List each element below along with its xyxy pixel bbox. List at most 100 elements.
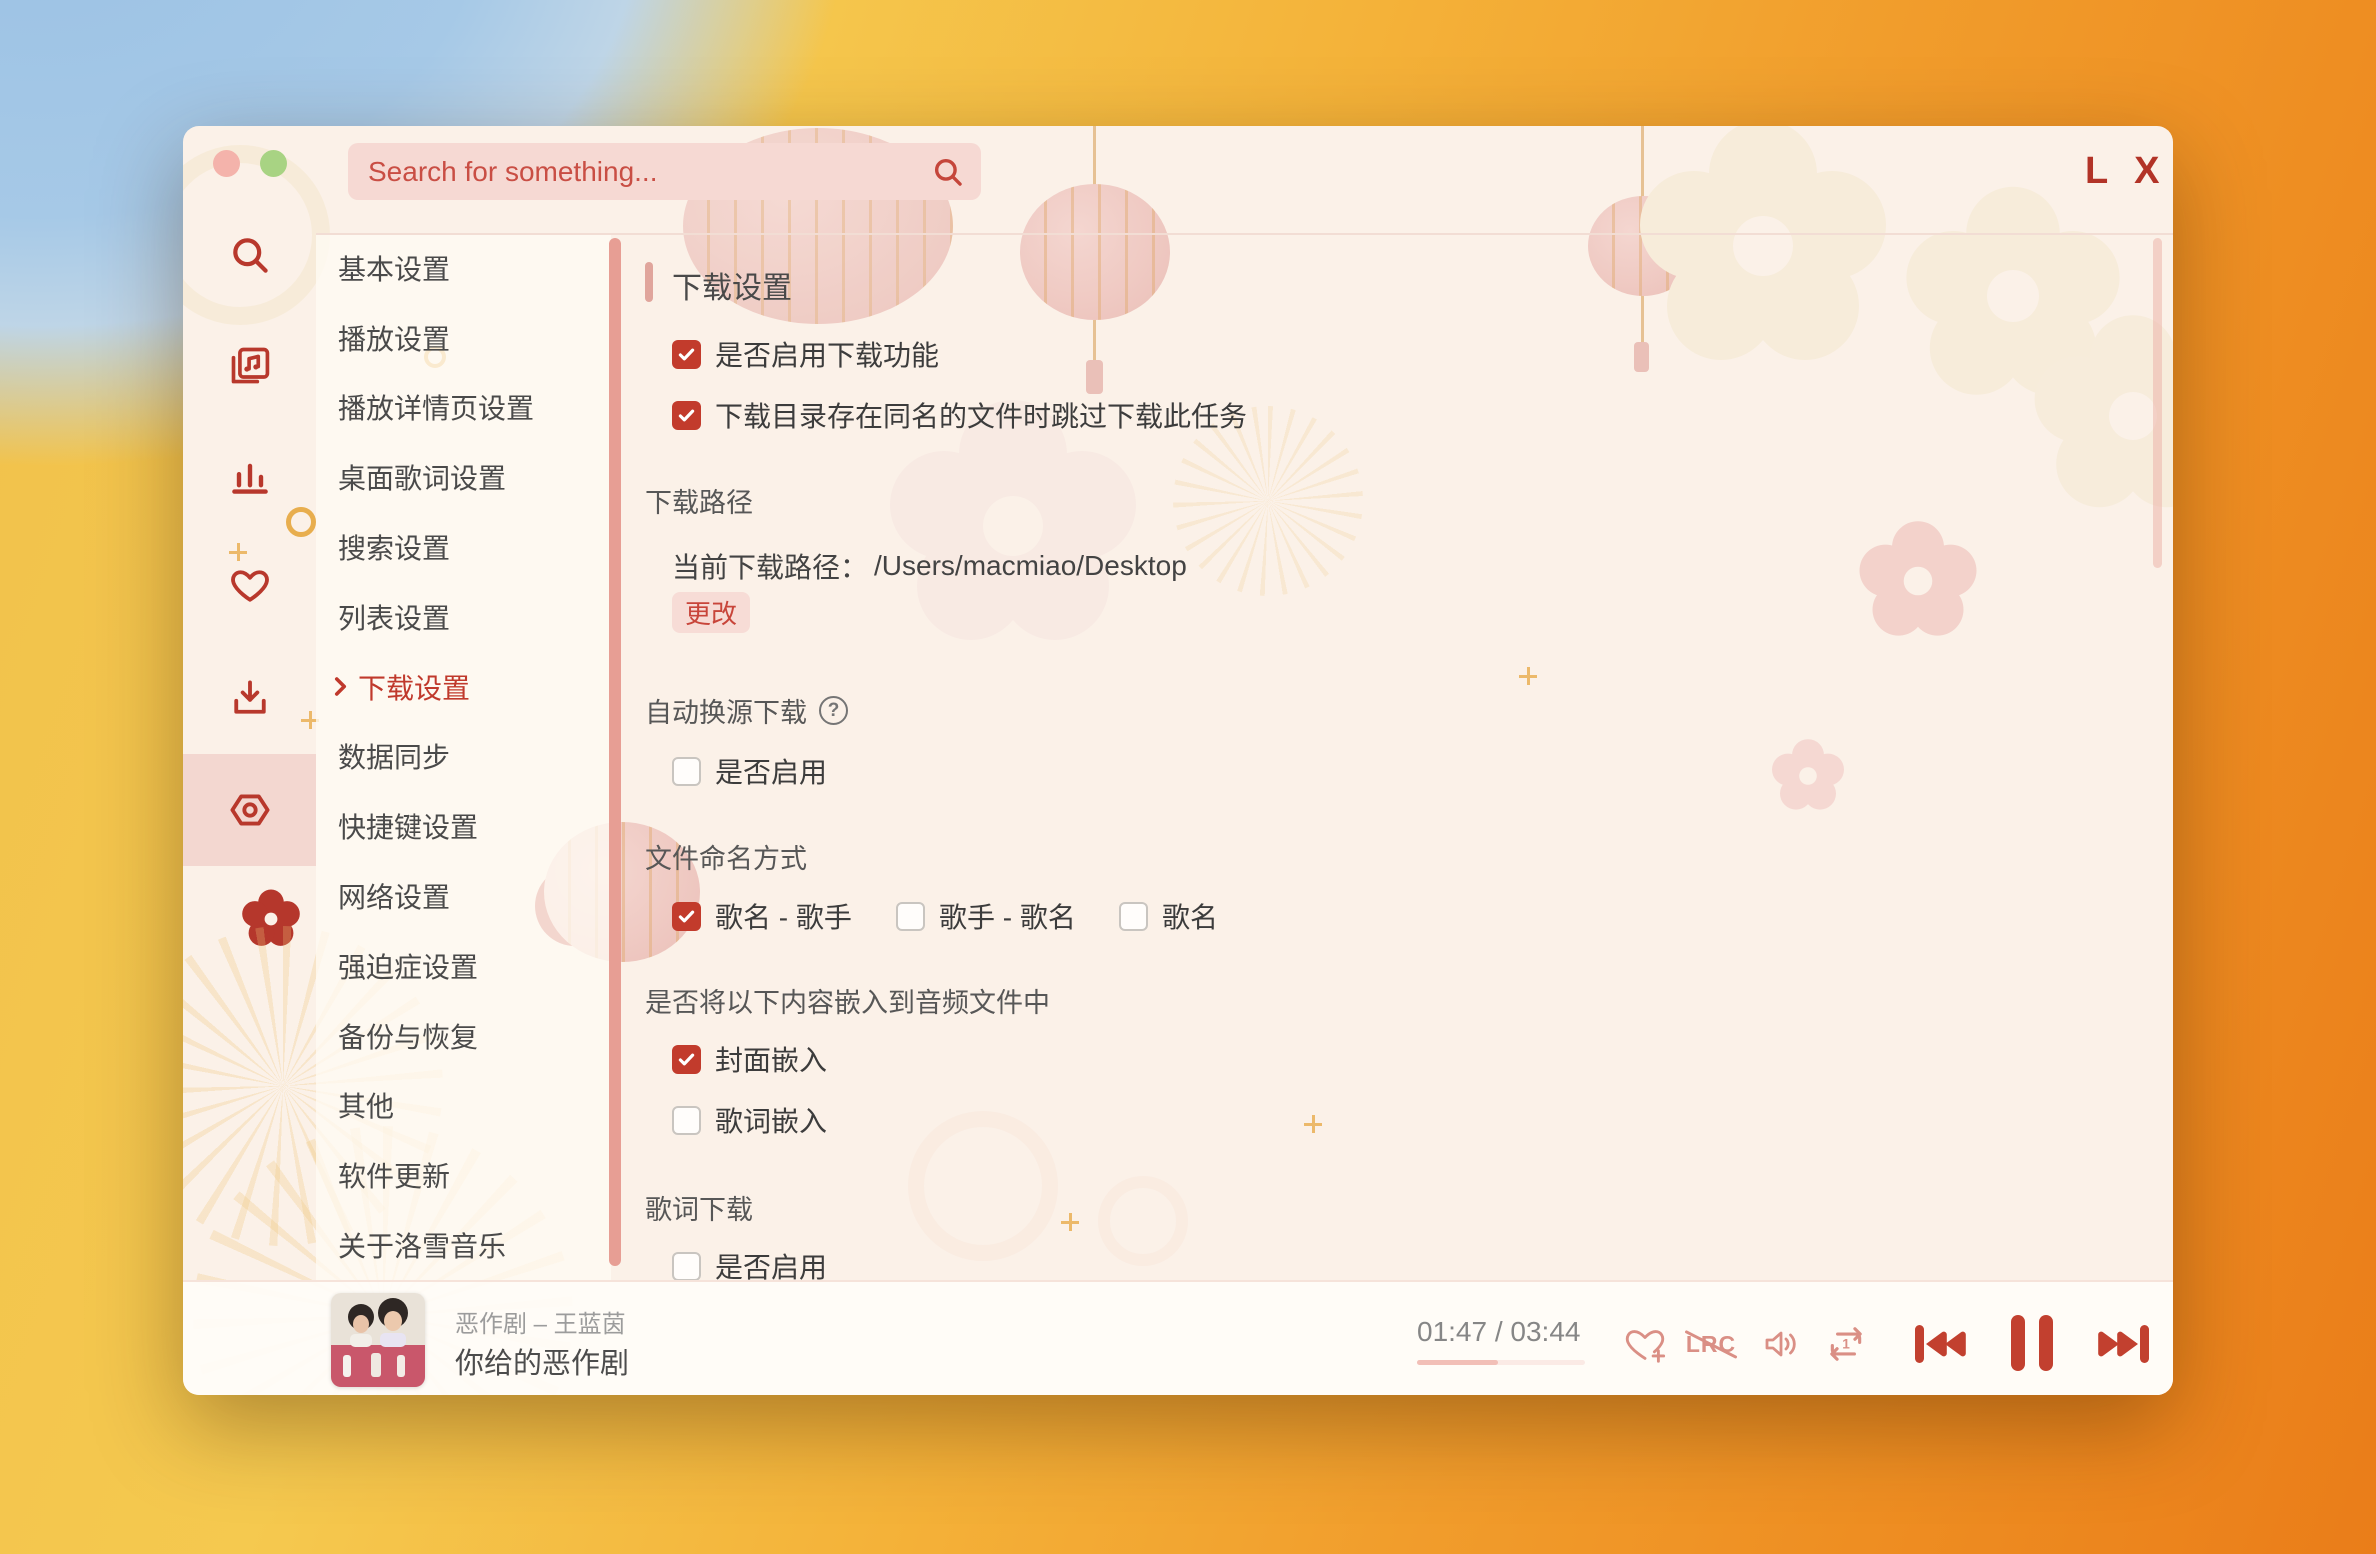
sidebar-item-leaderboard[interactable]: [222, 448, 278, 504]
menu-item-basic[interactable]: 基本设置: [316, 233, 611, 303]
menu-item-hotkeys[interactable]: 快捷键设置: [316, 791, 611, 861]
skip-existing-row[interactable]: 下载目录存在同名的文件时跳过下载此任务: [672, 398, 1247, 432]
pause-icon: [2011, 1315, 2053, 1371]
title-accent-bar: [645, 262, 653, 302]
previous-track-button[interactable]: [1911, 1317, 1973, 1371]
menu-item-search[interactable]: 搜索设置: [316, 512, 611, 582]
album-art-image: [331, 1293, 425, 1387]
chevron-right-icon: [333, 676, 348, 697]
checkbox-label: 歌名 - 歌手: [715, 902, 852, 933]
help-icon[interactable]: ?: [819, 696, 848, 725]
naming-option-song-artist[interactable]: 歌名 - 歌手: [672, 899, 852, 933]
app-window: L X 基本设置 播放设置 播放详情页设置 桌面歌词设置 搜索设置: [183, 126, 2173, 1395]
music-list-icon: [231, 347, 270, 384]
volume-icon: [1765, 1331, 1796, 1357]
track-meta: 恶作剧 – 王蓝茵: [455, 1311, 626, 1338]
checkbox-checked[interactable]: [672, 339, 701, 369]
bar-chart-icon: [232, 463, 268, 494]
gear-icon: [230, 794, 270, 826]
checkbox-label: 歌名: [1162, 902, 1219, 933]
menu-item-backup[interactable]: 备份与恢复: [316, 1001, 611, 1071]
checkbox-label: 是否启用下载功能: [715, 340, 940, 371]
love-button[interactable]: [1621, 1320, 1669, 1368]
desktop-lyrics-button[interactable]: LRC: [1681, 1326, 1741, 1362]
checkbox-checked[interactable]: [672, 400, 701, 430]
checkbox-label: 下载目录存在同名的文件时跳过下载此任务: [715, 401, 1248, 432]
page-title: 下载设置: [672, 272, 792, 305]
auto-source-enable-row[interactable]: 是否启用: [672, 754, 827, 788]
time-display: 01:47 / 03:44: [1417, 1316, 1581, 1347]
sidebar-item-my-music[interactable]: [222, 338, 278, 394]
checkbox-unchecked[interactable]: [672, 1105, 701, 1135]
current-path-value: /Users/macmiao/Desktop: [874, 550, 1187, 581]
menu-item-network[interactable]: 网络设置: [316, 861, 611, 931]
naming-option-song[interactable]: 歌名: [1119, 899, 1218, 933]
settings-menu: 基本设置 播放设置 播放详情页设置 桌面歌词设置 搜索设置 列表设置 下载设置 …: [316, 233, 611, 1280]
menu-item-download[interactable]: 下载设置: [316, 652, 611, 722]
header-divider: [316, 233, 2173, 235]
sidebar-item-settings[interactable]: [222, 782, 278, 838]
heart-plus-icon: [1625, 1330, 1666, 1363]
album-art[interactable]: [331, 1293, 425, 1387]
window-close-button[interactable]: [213, 150, 240, 177]
lyrics-download-section-label: 歌词下载: [645, 1195, 753, 1225]
search-bar[interactable]: [348, 143, 981, 200]
menu-item-play[interactable]: 播放设置: [316, 303, 611, 373]
sidebar-item-search[interactable]: [222, 227, 278, 283]
section-text: 自动换源下载: [645, 698, 807, 728]
titlebar: L X: [183, 126, 2173, 233]
lrc-icon: LRC: [1685, 1330, 1737, 1357]
loop-mode-button[interactable]: 1: [1822, 1322, 1870, 1366]
settings-content: 下载设置 是否启用下载功能 下载目录存在同名的文件时跳过下载此任务 下载路径 当…: [622, 233, 2173, 1280]
checkbox-unchecked[interactable]: [672, 1251, 701, 1280]
player-bar: 恶作剧 – 王蓝茵 你给的恶作剧 01:47 / 03:44 LRC 1: [183, 1280, 2173, 1395]
next-track-button[interactable]: [2091, 1317, 2153, 1371]
previous-icon: [1915, 1325, 1966, 1363]
menu-item-update[interactable]: 软件更新: [316, 1140, 611, 1210]
checkbox-label: 封面嵌入: [715, 1045, 828, 1076]
embed-section-label: 是否将以下内容嵌入到音频文件中: [645, 988, 1050, 1018]
change-path-button[interactable]: 更改: [672, 592, 750, 633]
next-icon: [2098, 1325, 2149, 1363]
pause-button[interactable]: [2005, 1310, 2059, 1376]
app-logo: L X: [2085, 150, 2168, 192]
current-path-row: 当前下载路径： /Users/macmiao/Desktop: [672, 546, 1187, 586]
checkbox-unchecked[interactable]: [1119, 901, 1148, 931]
menu-item-desktop-lyrics[interactable]: 桌面歌词设置: [316, 442, 611, 512]
menu-item-list[interactable]: 列表设置: [316, 582, 611, 652]
content-scrollbar[interactable]: [2153, 238, 2162, 568]
sidebar-item-favorites[interactable]: [222, 558, 278, 614]
lyrics-enable-row[interactable]: 是否启用: [672, 1249, 827, 1280]
checkbox-checked[interactable]: [672, 1044, 701, 1074]
menu-scrollbar[interactable]: [609, 238, 621, 1266]
embed-cover-row[interactable]: 封面嵌入: [672, 1042, 827, 1076]
checkbox-unchecked[interactable]: [896, 901, 925, 931]
heart-icon: [231, 570, 269, 602]
menu-item-label: 下载设置: [358, 672, 471, 704]
checkbox-label: 歌手 - 歌名: [939, 902, 1076, 933]
file-naming-section-label: 文件命名方式: [645, 844, 807, 874]
checkbox-checked[interactable]: [672, 901, 701, 931]
menu-item-about[interactable]: 关于洛雪音乐: [316, 1210, 611, 1280]
volume-button[interactable]: [1756, 1322, 1804, 1366]
menu-item-other[interactable]: 其他: [316, 1071, 611, 1141]
track-title: 你给的恶作剧: [455, 1348, 630, 1380]
download-icon: [234, 680, 266, 714]
menu-item-play-detail[interactable]: 播放详情页设置: [316, 373, 611, 443]
progress-fill: [1417, 1360, 1498, 1365]
enable-download-row[interactable]: 是否启用下载功能: [672, 337, 939, 371]
embed-lyrics-row[interactable]: 歌词嵌入: [672, 1103, 827, 1137]
menu-item-ocd[interactable]: 强迫症设置: [316, 931, 611, 1001]
search-icon[interactable]: [931, 155, 965, 189]
window-minimize-button[interactable]: [260, 150, 287, 177]
progress-bar[interactable]: [1417, 1360, 1585, 1365]
checkbox-label: 是否启用: [715, 757, 828, 788]
checkbox-label: 歌词嵌入: [715, 1106, 828, 1137]
menu-item-sync[interactable]: 数据同步: [316, 722, 611, 792]
checkbox-unchecked[interactable]: [672, 756, 701, 786]
checkbox-label: 是否启用: [715, 1252, 828, 1280]
naming-option-artist-song[interactable]: 歌手 - 歌名: [896, 899, 1076, 933]
repeat-one-icon: 1: [1830, 1327, 1862, 1361]
sidebar-item-download[interactable]: [222, 670, 278, 726]
search-input[interactable]: [348, 155, 931, 188]
